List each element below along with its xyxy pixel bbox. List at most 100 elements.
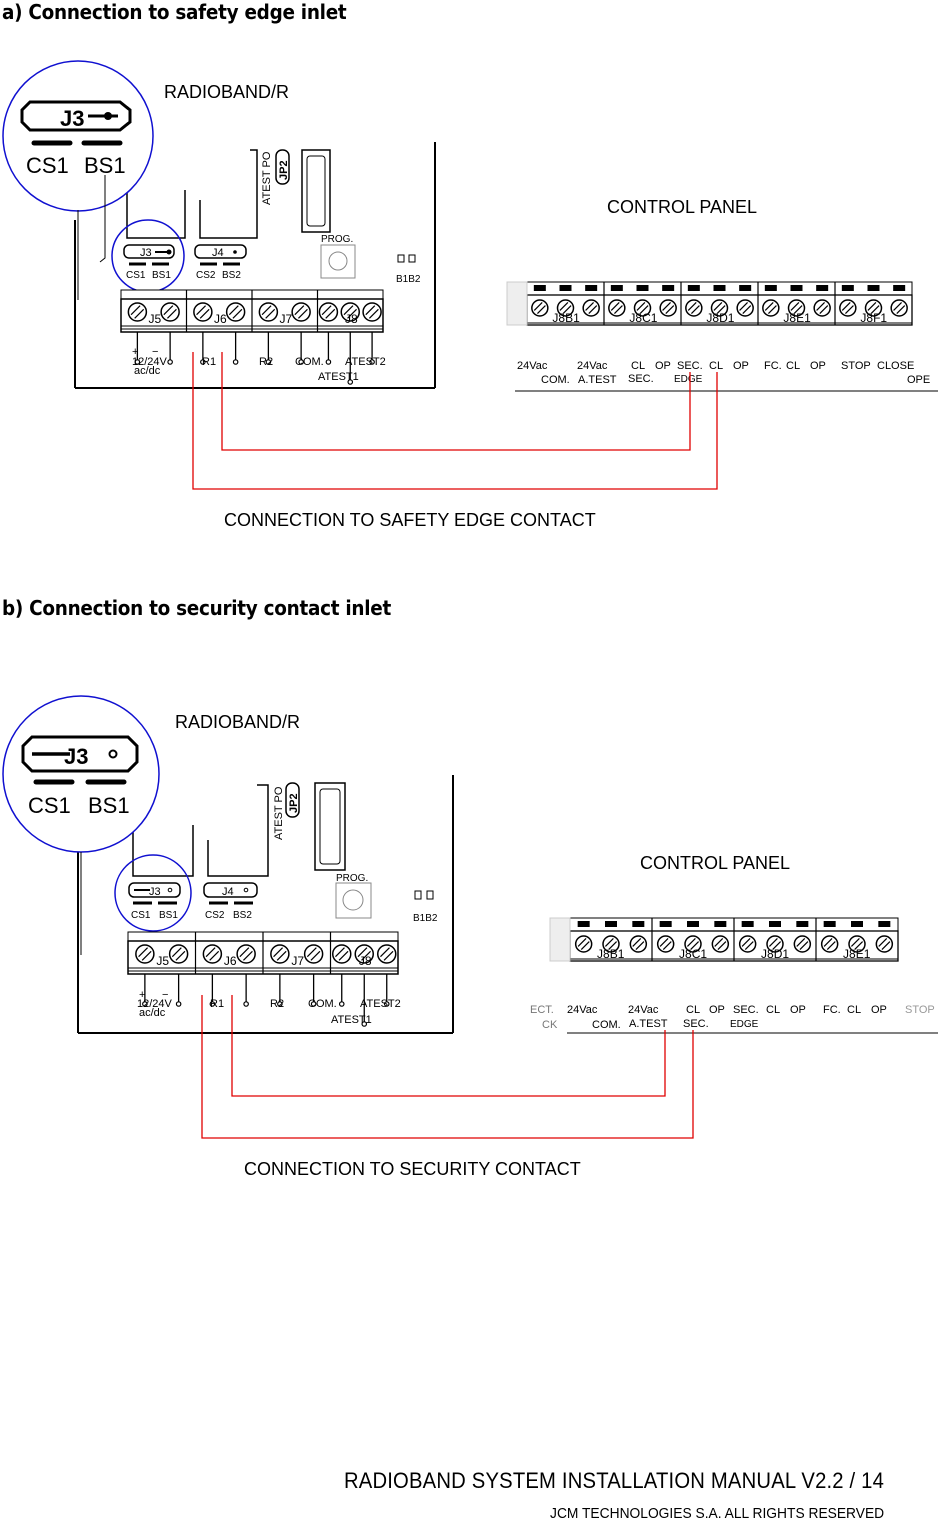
- svg-text:BS1: BS1: [159, 910, 178, 921]
- control-panel-labels: 24Vac 24Vac CL OP SEC. CL OP FC. CL OP S…: [517, 360, 930, 386]
- screw-terminal: [377, 944, 397, 964]
- wiring-diagram-security-contact: RADIOBAND/R ATEST PO JP2 PROG. B1B2 J3 C…: [2, 695, 938, 1179]
- terminal-block-label: J8B1: [552, 311, 580, 325]
- r1-label: R1: [210, 998, 224, 1010]
- svg-text:24Vac: 24Vac: [628, 1004, 659, 1016]
- screw-terminal: [875, 935, 894, 953]
- screw-terminal: [318, 302, 339, 322]
- terminal-block-label: J8: [345, 312, 358, 326]
- svg-text:SEC.: SEC.: [683, 1018, 709, 1030]
- screw-terminal: [629, 935, 648, 953]
- control-panel-terminal-strip: J8B1 J8C1 J8D1 J8E1 J8F1: [506, 281, 913, 326]
- svg-text:FC.: FC.: [764, 360, 782, 372]
- svg-text:BS1: BS1: [88, 793, 130, 818]
- svg-text:CS1: CS1: [28, 793, 71, 818]
- terminal-block-label: J6: [214, 312, 227, 326]
- jp2-label: JP2: [288, 793, 300, 813]
- screw-terminal: [225, 302, 246, 322]
- svg-text:SEC.: SEC.: [677, 360, 703, 372]
- svg-text:ECT.: ECT.: [530, 1004, 554, 1016]
- svg-text:ac/dc: ac/dc: [139, 1007, 166, 1019]
- screw-terminal: [135, 944, 155, 964]
- svg-text:CL: CL: [847, 1004, 861, 1016]
- screw-terminal: [608, 299, 626, 317]
- svg-text:J4: J4: [212, 247, 224, 259]
- screw-terminal: [258, 302, 279, 322]
- terminal-block-label: J8: [359, 954, 372, 968]
- wire-r1-to-edge-cl: [221, 352, 691, 451]
- svg-text:CL: CL: [686, 1004, 700, 1016]
- svg-text:CS1: CS1: [126, 270, 146, 281]
- svg-text:BS1: BS1: [152, 270, 171, 281]
- svg-text:OPE: OPE: [907, 374, 930, 386]
- svg-text:ac/dc: ac/dc: [134, 365, 161, 377]
- terminal-block-label: J8C1: [629, 311, 657, 325]
- prog-button-knob: [342, 889, 364, 911]
- wiring-diagram-safety-edge: RADIOBAND/R ATEST PO JP2 PROG. B1B2 J3 C…: [2, 60, 938, 530]
- svg-text:OP: OP: [733, 360, 749, 372]
- b2-pad: [408, 254, 416, 263]
- jumper-j3: J3 CS1 BS1: [123, 244, 175, 281]
- wire-terminal: [232, 359, 239, 365]
- r2-label: R2: [270, 998, 284, 1010]
- prog-label: PROG.: [336, 873, 368, 884]
- screw-terminal: [574, 935, 593, 953]
- terminal-block-label: J8D1: [761, 947, 789, 961]
- svg-text:J3: J3: [140, 247, 152, 259]
- terminal-block-label: J8B1: [597, 947, 625, 961]
- screw-terminal: [820, 935, 839, 953]
- screw-terminal: [762, 299, 780, 317]
- svg-text:CK: CK: [542, 1019, 558, 1031]
- screw-terminal: [839, 299, 857, 317]
- svg-text:BS2: BS2: [233, 910, 252, 921]
- svg-text:STOP: STOP: [841, 360, 871, 372]
- terminal-block-label: J8C1: [679, 947, 707, 961]
- svg-text:CS2: CS2: [205, 910, 225, 921]
- svg-text:24Vac: 24Vac: [567, 1004, 598, 1016]
- atest-po-label: ATEST PO: [261, 151, 273, 205]
- jumper-j4: J4 CS2 BS2: [203, 882, 258, 921]
- screw-terminal: [736, 299, 754, 317]
- wire-terminal: [175, 1001, 182, 1007]
- svg-text:EDGE: EDGE: [674, 374, 703, 385]
- prog-button[interactable]: [335, 882, 372, 919]
- wire-r1-to-sec: [201, 995, 694, 1139]
- terminal-block-label: J5: [156, 954, 169, 968]
- svg-text:CS1: CS1: [131, 910, 151, 921]
- jumper-j3: J3 CS1 BS1: [128, 882, 181, 921]
- screw-terminal: [738, 935, 757, 953]
- jumper-j4: J4 CS2 BS2: [194, 244, 247, 281]
- svg-text:CL: CL: [631, 360, 645, 372]
- wire-r1-to-sec-cl: [231, 995, 666, 1097]
- atest1-label: ATEST1: [318, 371, 359, 383]
- atest1-label: ATEST1: [331, 1014, 372, 1026]
- svg-text:OP: OP: [871, 1004, 887, 1016]
- svg-text:COM.: COM.: [592, 1019, 621, 1031]
- connection-wires: [201, 995, 694, 1139]
- screw-terminal: [236, 944, 256, 964]
- receiver-terminal-strip: J5 J6 J7 J8: [127, 931, 399, 1027]
- svg-text:OP: OP: [810, 360, 826, 372]
- svg-text:J3: J3: [60, 106, 84, 131]
- wire-terminal: [243, 1001, 249, 1007]
- svg-text:24Vac: 24Vac: [577, 360, 608, 372]
- terminal-block-label: J8F1: [860, 311, 887, 325]
- svg-text:FC.: FC.: [823, 1004, 841, 1016]
- prog-button[interactable]: [320, 244, 356, 279]
- wire-terminal: [167, 359, 173, 365]
- svg-text:EDGE: EDGE: [730, 1019, 759, 1030]
- footer-copyright: JCM TECHNOLOGIES S.A. ALL RIGHTS RESERVE…: [549, 1505, 884, 1522]
- control-panel-title: CONTROL PANEL: [640, 853, 790, 873]
- screw-terminal: [890, 299, 908, 317]
- r1-label: R1: [202, 356, 216, 368]
- wire-terminal: [338, 1001, 345, 1007]
- screw-terminal: [291, 302, 311, 322]
- section-heading-a: a) Connection to safety edge inlet: [2, 0, 347, 24]
- prog-button-knob: [328, 251, 348, 271]
- atest-po-label: ATEST PO: [273, 786, 285, 840]
- section-heading-b: b) Connection to security contact inlet: [2, 596, 392, 620]
- screw-terminal: [793, 935, 812, 953]
- screw-terminal: [270, 944, 290, 964]
- b1b2-label: B1B2: [413, 913, 438, 924]
- terminal-block-label: J7: [280, 312, 293, 326]
